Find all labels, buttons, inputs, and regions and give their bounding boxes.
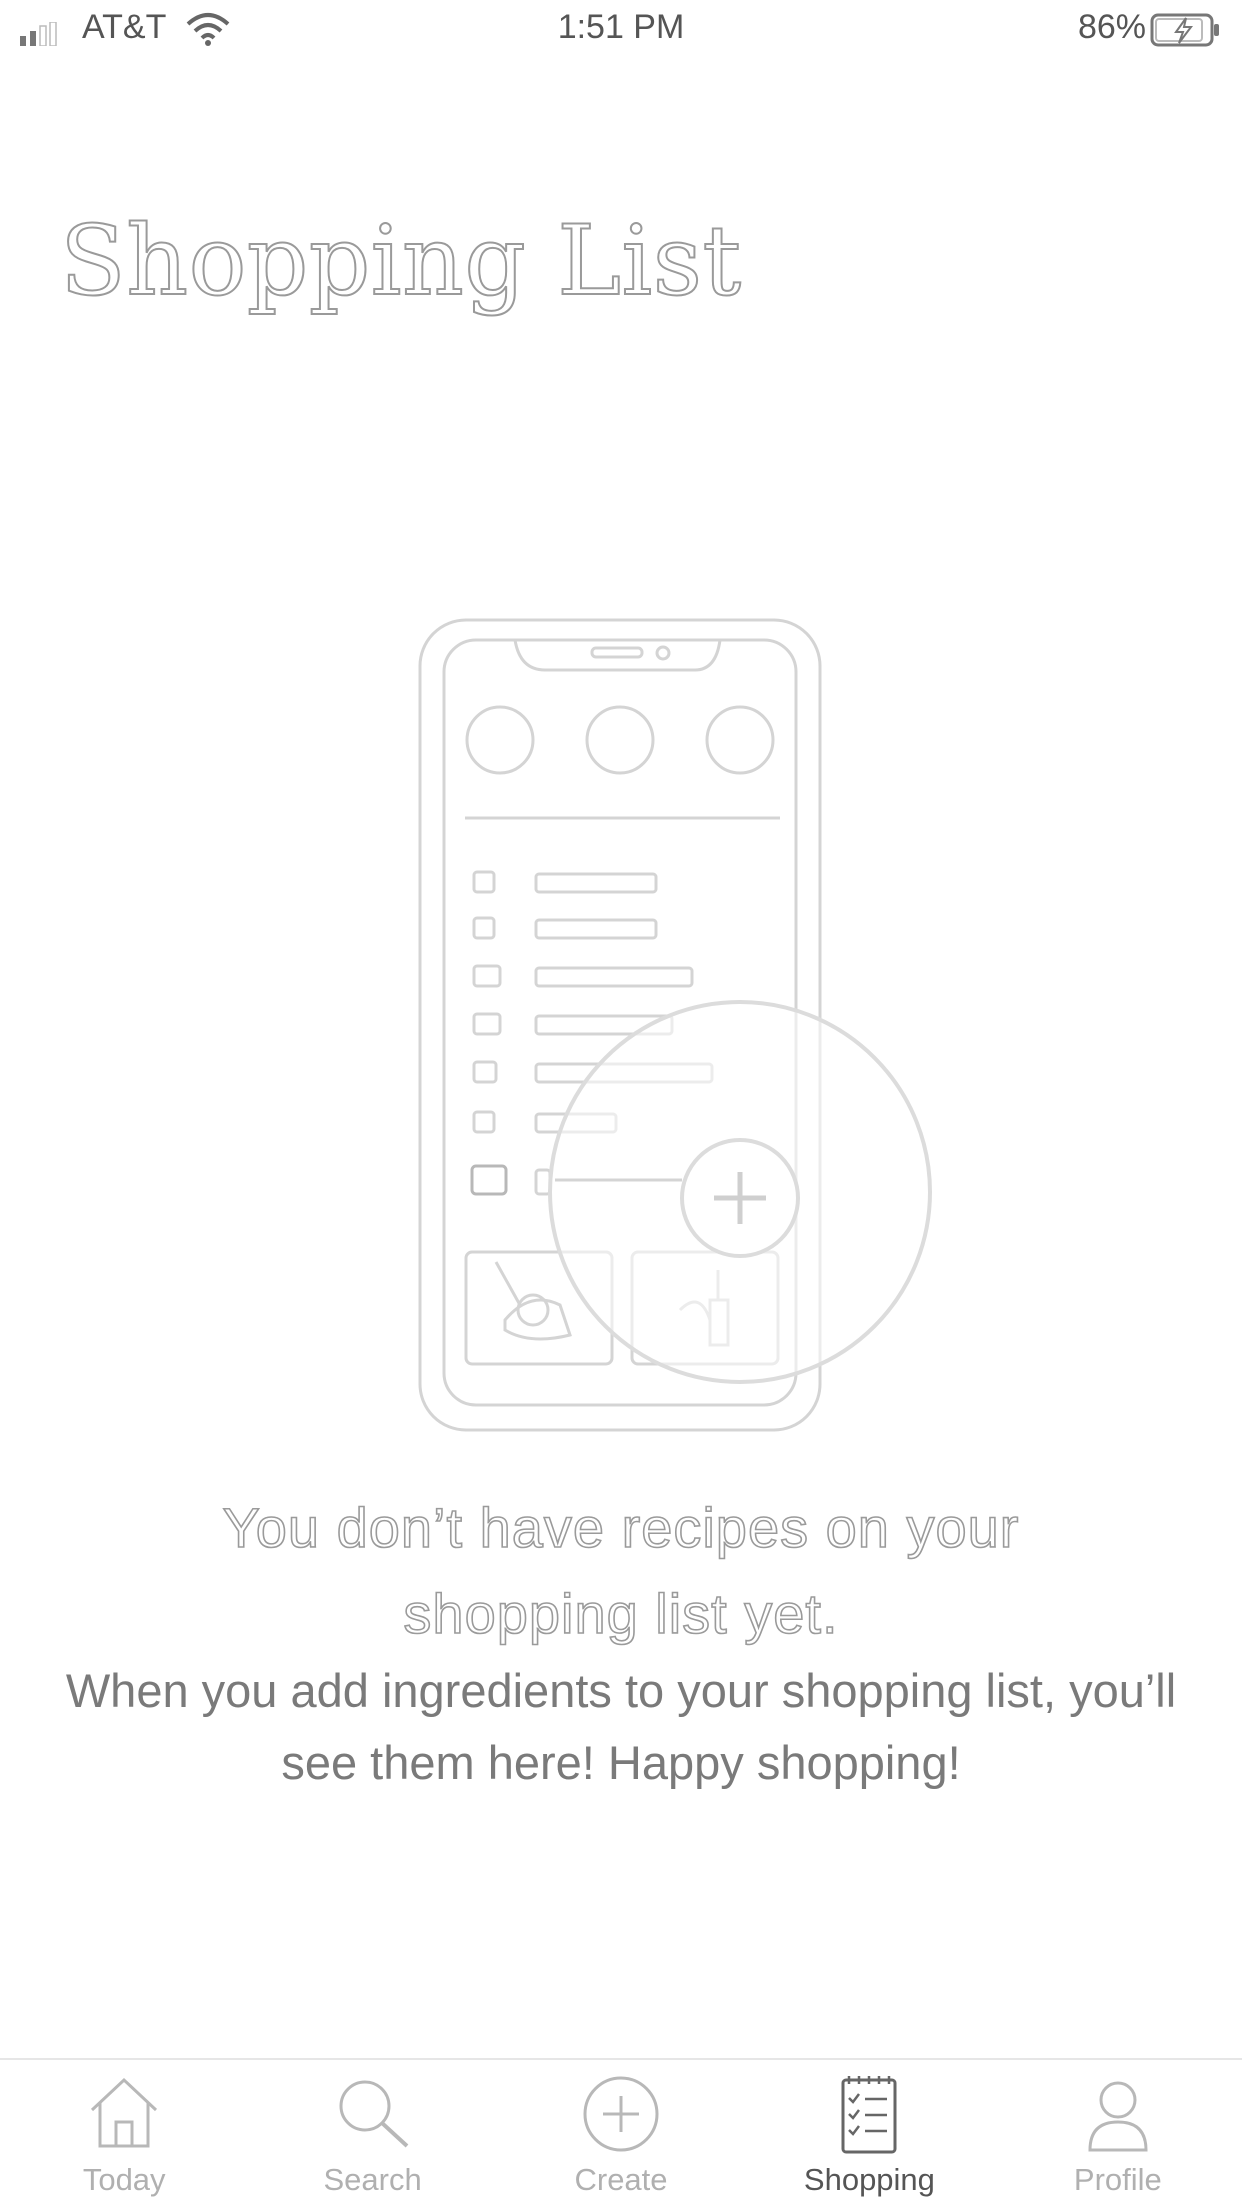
- tab-label: Shopping: [803, 2162, 935, 2197]
- search-icon: [339, 2080, 408, 2148]
- tab-label: Today: [82, 2162, 166, 2197]
- progress-ring: [705, 705, 775, 775]
- tab-label: Search: [323, 2162, 422, 2197]
- tab-search[interactable]: Search: [248, 2060, 496, 2208]
- tab-label: Create: [574, 2162, 668, 2197]
- tab-shopping[interactable]: Shopping: [745, 2060, 993, 2208]
- progress-ring: [465, 705, 535, 775]
- tab-today[interactable]: Today: [0, 2060, 248, 2208]
- tab-label: Profile: [1073, 2162, 1162, 2197]
- plus-circle-icon: [583, 2076, 659, 2152]
- home-icon: [91, 2077, 158, 2148]
- empty-shopping-list-illustration: [418, 618, 932, 1432]
- tab-profile[interactable]: Profile: [994, 2060, 1242, 2208]
- empty-state-message: When you add ingredients to your shoppin…: [65, 1664, 1177, 1789]
- shopping-list-icon: [841, 2076, 897, 2154]
- tab-create[interactable]: Create: [497, 2060, 745, 2208]
- person-icon: [1088, 2081, 1148, 2152]
- progress-ring: [585, 705, 655, 775]
- empty-state-heading: You don’t have recipes on your shopping …: [222, 1495, 1020, 1646]
- tab-bar: Today Search Create Shopping Profile: [0, 2058, 1242, 2208]
